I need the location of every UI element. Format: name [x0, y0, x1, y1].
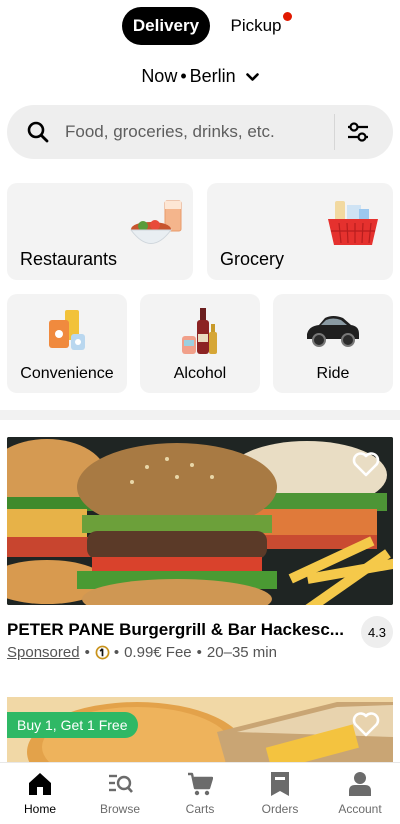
store-meta: Sponsored • • 0.99€ Fee • 20–35 min — [7, 644, 277, 661]
category-label: Alcohol — [173, 365, 227, 382]
burger-photo — [7, 437, 393, 605]
nav-home[interactable]: Home — [0, 763, 80, 824]
nav-browse[interactable]: Browse — [80, 763, 160, 824]
favorite-heart-icon[interactable] — [352, 711, 380, 737]
category-restaurants[interactable]: Restaurants — [7, 183, 193, 280]
search-icon — [27, 121, 49, 143]
category-label: Restaurants — [20, 249, 118, 269]
category-label: Ride — [316, 365, 350, 382]
location-separator: • — [180, 65, 187, 86]
orders-icon — [271, 772, 289, 796]
delivery-time: Now — [141, 65, 178, 86]
browse-icon — [109, 774, 133, 793]
nav-orders[interactable]: Orders — [240, 763, 320, 824]
category-label: Convenience — [20, 365, 114, 382]
chevron-down-icon — [245, 66, 259, 87]
category-label: Grocery — [220, 249, 285, 269]
search-input[interactable]: Food, groceries, drinks, etc. — [65, 105, 275, 159]
uber-one-icon — [95, 645, 110, 660]
favorite-heart-icon[interactable] — [352, 451, 380, 477]
pickup-notification-dot — [283, 12, 292, 21]
delivery-tab[interactable]: Delivery — [122, 7, 210, 45]
search-divider — [334, 114, 335, 150]
bottom-navigation: Home Browse Carts Orders Account — [0, 762, 400, 824]
pickup-tab[interactable]: Pickup — [226, 7, 286, 45]
nav-label: Carts — [185, 802, 215, 816]
home-icon — [29, 773, 51, 795]
alcohol-bottles-icon — [182, 308, 217, 354]
location-city: Berlin — [189, 65, 236, 86]
delivery-fee: 0.99€ Fee — [124, 644, 192, 661]
category-alcohol[interactable]: Alcohol — [140, 294, 260, 393]
delivery-mode-toggle: Delivery Pickup — [0, 7, 400, 45]
promo-badge: Buy 1, Get 1 Free — [7, 712, 138, 738]
nav-carts[interactable]: Carts — [160, 763, 240, 824]
store-image[interactable] — [7, 437, 393, 605]
rating-badge: 4.3 — [361, 616, 393, 648]
delivery-eta: 20–35 min — [206, 644, 277, 661]
nav-label: Home — [23, 802, 56, 816]
sponsored-label[interactable]: Sponsored — [7, 644, 80, 661]
category-ride[interactable]: Ride — [273, 294, 393, 393]
category-grocery[interactable]: Grocery — [207, 183, 393, 280]
location-selector[interactable]: Now • Berlin — [0, 64, 400, 88]
nav-label: Account — [338, 802, 382, 816]
convenience-bags-icon — [49, 310, 85, 350]
account-icon — [349, 772, 371, 796]
nav-label: Browse — [99, 802, 140, 816]
nav-account[interactable]: Account — [320, 763, 400, 824]
section-separator — [0, 410, 400, 420]
grocery-basket-icon — [328, 201, 378, 245]
store-name[interactable]: PETER PANE Burgergrill & Bar Hackesc... — [7, 620, 352, 640]
search-bar[interactable]: Food, groceries, drinks, etc. — [7, 105, 393, 159]
filter-icon[interactable] — [345, 119, 371, 145]
nav-label: Orders — [261, 802, 299, 816]
car-icon — [307, 316, 359, 347]
restaurant-bowl-icon — [130, 200, 182, 244]
category-convenience[interactable]: Convenience — [7, 294, 127, 393]
cart-icon — [188, 772, 213, 796]
